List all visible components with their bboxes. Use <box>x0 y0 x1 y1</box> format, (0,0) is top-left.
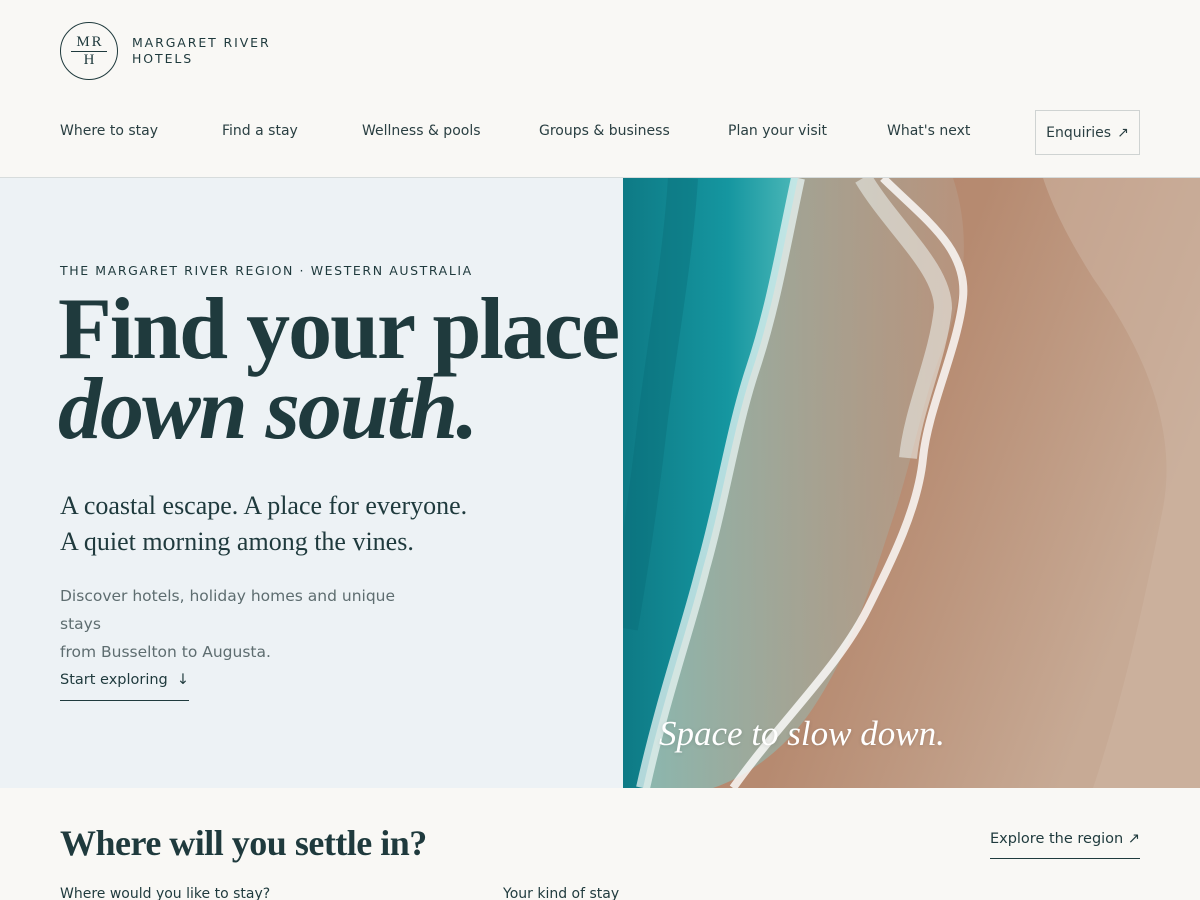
brand-name-line1: MARGARET RIVER <box>132 35 271 50</box>
hero-headline: Find your place down south. <box>58 281 620 458</box>
nav-item-wellness-pools[interactable]: Wellness & pools <box>362 123 481 139</box>
hero-headline-line1: Find your place <box>58 281 620 378</box>
aerial-beach-image <box>623 178 1200 788</box>
hero-image: Space to slow down. <box>623 178 1200 788</box>
enquiries-button[interactable]: Enquiries ↗ <box>1035 110 1140 155</box>
arrow-up-right-icon: ↗ <box>1117 124 1129 141</box>
hero-text-panel: THE MARGARET RIVER REGION · WESTERN AUST… <box>0 178 623 788</box>
brand-name: MARGARET RIVER HOTELS <box>132 35 271 67</box>
hero-body-copy: Discover hotels, holiday homes and uniqu… <box>60 582 440 666</box>
location-field-label: Where would you like to stay? <box>60 886 271 900</box>
hero-lede: A coastal escape. A place for everyone. … <box>60 488 467 560</box>
nav-item-where-to-stay[interactable]: Where to stay <box>60 123 158 139</box>
nav-item-plan-your-visit[interactable]: Plan your visit <box>728 123 827 139</box>
stay-type-field-label: Your kind of stay <box>503 886 620 900</box>
arrow-down-icon: ↓ <box>176 672 189 688</box>
enquiries-label: Enquiries <box>1046 124 1112 141</box>
start-exploring-label: Start exploring <box>60 672 168 688</box>
hero-body-line2: from Busselton to Augusta. <box>60 643 271 661</box>
hero-lede-line2: A quiet morning among the vines. <box>60 527 414 556</box>
hero-headline-line2: down south. <box>58 361 478 458</box>
brand-name-line2: HOTELS <box>132 51 194 66</box>
brand-logo[interactable]: MR H MARGARET RIVER HOTELS <box>60 22 271 80</box>
start-exploring-link[interactable]: Start exploring ↓ <box>60 672 189 701</box>
nav-item-find-a-stay[interactable]: Find a stay <box>222 123 298 139</box>
nav-item-groups-business[interactable]: Groups & business <box>539 123 670 139</box>
explore-region-link[interactable]: Explore the region ↗ <box>989 831 1140 859</box>
logo-monogram: MR H <box>60 22 118 80</box>
search-section-title: Where will you settle in? <box>60 823 427 863</box>
hero-body-line1: Discover hotels, holiday homes and uniqu… <box>60 587 396 633</box>
hero-lede-line1: A coastal escape. A place for everyone. <box>60 491 468 520</box>
monogram-top: MR <box>76 33 104 50</box>
hero-eyebrow: THE MARGARET RIVER REGION · WESTERN AUST… <box>60 263 473 278</box>
nav-item-whats-next[interactable]: What's next <box>887 123 970 139</box>
main-nav: Where to stay Find a stay Wellness & poo… <box>60 110 1140 155</box>
monogram-bottom: H <box>83 51 95 68</box>
hero-image-caption: Space to slow down. <box>659 714 945 753</box>
